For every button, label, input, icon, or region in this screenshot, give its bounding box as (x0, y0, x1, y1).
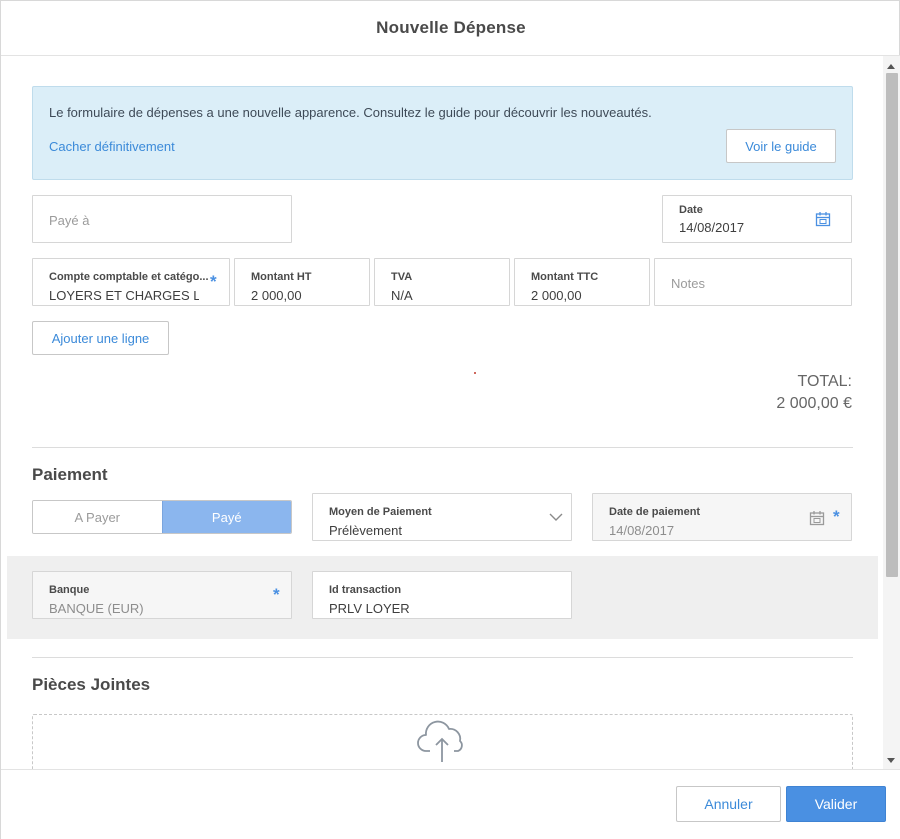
total-label: TOTAL: (797, 373, 852, 390)
submit-button[interactable]: Valider (786, 786, 886, 822)
expense-dialog: Nouvelle Dépense Le formulaire de dépens… (0, 0, 900, 839)
tva-value: N/A (391, 288, 413, 303)
scroll-down-arrow-icon[interactable] (887, 758, 895, 763)
cloud-upload-icon (417, 720, 463, 762)
payee-placeholder: Payé à (49, 213, 90, 228)
bank-label: Banque (49, 584, 90, 596)
chevron-down-icon[interactable] (549, 512, 563, 522)
payment-date-label: Date de paiement (609, 506, 701, 518)
payment-method-value: Prélèvement (329, 523, 402, 538)
payment-method-select[interactable]: Moyen de Paiement Prélèvement (312, 493, 572, 541)
info-banner: Le formulaire de dépenses a une nouvelle… (32, 86, 853, 180)
tva-field[interactable]: TVA N/A (374, 258, 510, 306)
amount-ht-value: 2 000,00 (251, 288, 302, 303)
hide-banner-link[interactable]: Cacher définitivement (49, 139, 175, 154)
date-label: Date (679, 204, 703, 216)
bank-field[interactable]: Banque BANQUE (EUR) * (32, 571, 292, 619)
dialog-body[interactable]: Le formulaire de dépenses a une nouvelle… (1, 56, 883, 769)
amount-ht-label: Montant HT (251, 271, 312, 283)
payment-status-toggle[interactable]: A Payer Payé (32, 500, 292, 534)
tva-label: TVA (391, 271, 413, 283)
view-guide-button[interactable]: Voir le guide (726, 129, 836, 163)
attachments-section-title: Pièces Jointes (32, 675, 151, 694)
required-marker: * (210, 272, 217, 291)
toggle-unpaid[interactable]: A Payer (33, 501, 162, 533)
amount-ttc-label: Montant TTC (531, 271, 599, 283)
dialog-header: Nouvelle Dépense (1, 1, 900, 56)
scrollbar-thumb[interactable] (886, 73, 898, 577)
amount-ht-field[interactable]: Montant HT 2 000,00 (234, 258, 370, 306)
account-category-value: LOYERS ET CHARGES LOC (49, 288, 199, 303)
section-divider (32, 657, 853, 658)
payment-date-field[interactable]: Date de paiement 14/08/2017 * (592, 493, 852, 541)
payment-section-title: Paiement (32, 465, 108, 484)
payee-field[interactable]: Payé à (32, 195, 292, 243)
required-marker: * (833, 507, 840, 526)
attachment-dropzone[interactable] (32, 714, 853, 769)
scroll-up-arrow-icon[interactable] (887, 64, 895, 69)
account-category-field[interactable]: Compte comptable et catégo... LOYERS ET … (32, 258, 230, 306)
notes-placeholder: Notes (671, 276, 705, 291)
toggle-paid[interactable]: Payé (161, 501, 291, 533)
date-value: 14/08/2017 (679, 220, 745, 235)
transaction-id-field[interactable]: Id transaction PRLV LOYER (312, 571, 572, 619)
transaction-id-value: PRLV LOYER (329, 601, 410, 616)
notes-field[interactable]: Notes (654, 258, 852, 306)
total-value: 2 000,00 € (776, 395, 852, 412)
calendar-icon[interactable] (815, 211, 831, 227)
calendar-icon[interactable] (809, 510, 825, 526)
amount-ttc-field[interactable]: Montant TTC 2 000,00 (514, 258, 650, 306)
account-category-label: Compte comptable et catégo... (49, 271, 209, 283)
amount-ttc-value: 2 000,00 (531, 288, 582, 303)
date-field[interactable]: Date 14/08/2017 (662, 195, 852, 243)
vertical-scrollbar[interactable] (883, 56, 900, 769)
banner-text: Le formulaire de dépenses a une nouvelle… (49, 105, 652, 120)
stray-dot (474, 372, 476, 374)
bank-value: BANQUE (EUR) (49, 601, 144, 616)
cancel-button[interactable]: Annuler (676, 786, 781, 822)
transaction-id-label: Id transaction (329, 584, 402, 596)
dialog-footer: Annuler Valider (1, 769, 900, 839)
section-divider (32, 447, 853, 448)
dialog-title: Nouvelle Dépense (376, 18, 526, 37)
add-line-button[interactable]: Ajouter une ligne (32, 321, 169, 355)
payment-date-value: 14/08/2017 (609, 523, 675, 538)
required-marker: * (273, 585, 280, 604)
payment-method-label: Moyen de Paiement (329, 506, 432, 518)
